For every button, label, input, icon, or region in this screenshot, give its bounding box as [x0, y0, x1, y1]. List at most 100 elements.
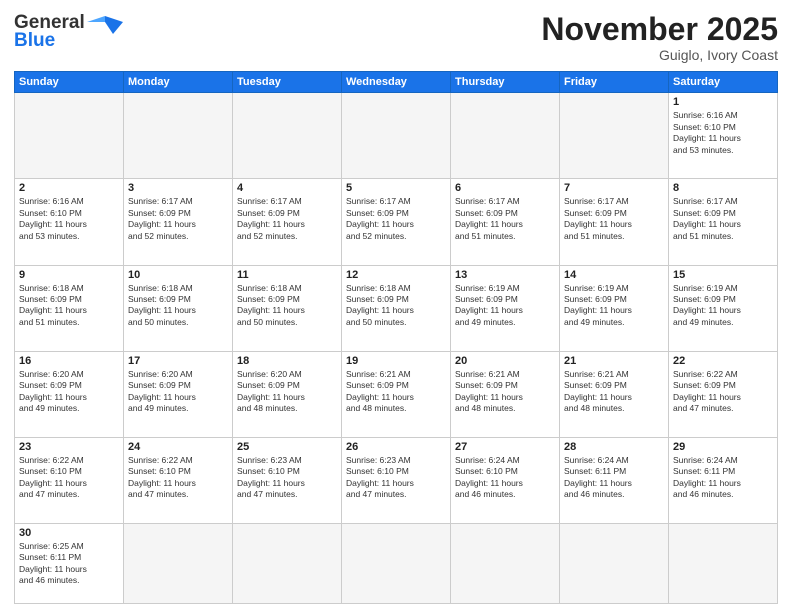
day-number: 27 — [455, 441, 555, 453]
calendar-header-row: SundayMondayTuesdayWednesdayThursdayFrid… — [15, 72, 778, 93]
calendar-cell — [233, 523, 342, 603]
day-number: 17 — [128, 355, 228, 367]
day-number: 11 — [237, 269, 337, 281]
day-info: Sunrise: 6:23 AM Sunset: 6:10 PM Dayligh… — [346, 455, 446, 501]
calendar-header-tuesday: Tuesday — [233, 72, 342, 93]
day-number: 7 — [564, 182, 664, 194]
calendar-cell: 4 Sunrise: 6:17 AM Sunset: 6:09 PM Daylig… — [233, 179, 342, 265]
day-info: Sunrise: 6:24 AM Sunset: 6:10 PM Dayligh… — [455, 455, 555, 501]
day-number: 2 — [19, 182, 119, 194]
day-number: 19 — [346, 355, 446, 367]
calendar-cell: 13 Sunrise: 6:19 AM Sunset: 6:09 PM Dayli… — [451, 265, 560, 351]
logo-bird-icon — [87, 12, 123, 34]
day-number: 21 — [564, 355, 664, 367]
calendar-week-row: 2 Sunrise: 6:16 AM Sunset: 6:10 PM Daylig… — [15, 179, 778, 265]
calendar-cell: 2 Sunrise: 6:16 AM Sunset: 6:10 PM Daylig… — [15, 179, 124, 265]
day-number: 5 — [346, 182, 446, 194]
day-info: Sunrise: 6:21 AM Sunset: 6:09 PM Dayligh… — [564, 369, 664, 415]
calendar-header-monday: Monday — [124, 72, 233, 93]
month-title: November 2025 — [541, 12, 778, 47]
calendar-cell: 30 Sunrise: 6:25 AM Sunset: 6:11 PM Dayli… — [15, 523, 124, 603]
calendar-cell — [124, 93, 233, 179]
calendar-cell: 24Sunrise: 6:22 AM Sunset: 6:10 PM Dayli… — [124, 437, 233, 523]
calendar-cell: 11 Sunrise: 6:18 AM Sunset: 6:09 PM Dayli… — [233, 265, 342, 351]
calendar-week-row: 23Sunrise: 6:22 AM Sunset: 6:10 PM Dayli… — [15, 437, 778, 523]
calendar-cell — [342, 523, 451, 603]
day-number: 29 — [673, 441, 773, 453]
day-info: Sunrise: 6:17 AM Sunset: 6:09 PM Dayligh… — [346, 196, 446, 242]
day-info: Sunrise: 6:25 AM Sunset: 6:11 PM Dayligh… — [19, 541, 119, 587]
logo: General Blue — [14, 12, 123, 52]
day-number: 6 — [455, 182, 555, 194]
day-number: 3 — [128, 182, 228, 194]
day-number: 16 — [19, 355, 119, 367]
calendar-header-sunday: Sunday — [15, 72, 124, 93]
calendar-cell: 3 Sunrise: 6:17 AM Sunset: 6:09 PM Daylig… — [124, 179, 233, 265]
calendar-cell: 23Sunrise: 6:22 AM Sunset: 6:10 PM Dayli… — [15, 437, 124, 523]
calendar-cell — [669, 523, 778, 603]
calendar-cell — [342, 93, 451, 179]
calendar-header-saturday: Saturday — [669, 72, 778, 93]
calendar-cell: 17 Sunrise: 6:20 AM Sunset: 6:09 PM Dayli… — [124, 351, 233, 437]
calendar-cell — [233, 93, 342, 179]
calendar-week-row: 16 Sunrise: 6:20 AM Sunset: 6:09 PM Dayli… — [15, 351, 778, 437]
day-number: 9 — [19, 269, 119, 281]
day-info: Sunrise: 6:22 AM Sunset: 6:09 PM Dayligh… — [673, 369, 773, 415]
subtitle: Guiglo, Ivory Coast — [541, 47, 778, 63]
day-number: 22 — [673, 355, 773, 367]
calendar-cell: 10Sunrise: 6:18 AM Sunset: 6:09 PM Dayli… — [124, 265, 233, 351]
calendar-cell: 7 Sunrise: 6:17 AM Sunset: 6:09 PM Daylig… — [560, 179, 669, 265]
calendar-header-thursday: Thursday — [451, 72, 560, 93]
calendar-week-row: 30 Sunrise: 6:25 AM Sunset: 6:11 PM Dayli… — [15, 523, 778, 603]
day-number: 30 — [19, 527, 119, 539]
day-number: 8 — [673, 182, 773, 194]
day-info: Sunrise: 6:17 AM Sunset: 6:09 PM Dayligh… — [237, 196, 337, 242]
calendar-cell: 21 Sunrise: 6:21 AM Sunset: 6:09 PM Dayli… — [560, 351, 669, 437]
day-number: 20 — [455, 355, 555, 367]
header: General Blue November 2025 Guiglo, Ivory… — [14, 12, 778, 63]
calendar-cell: 1Sunrise: 6:16 AM Sunset: 6:10 PM Daylig… — [669, 93, 778, 179]
day-number: 10 — [128, 269, 228, 281]
calendar-cell: 27 Sunrise: 6:24 AM Sunset: 6:10 PM Dayli… — [451, 437, 560, 523]
day-info: Sunrise: 6:18 AM Sunset: 6:09 PM Dayligh… — [237, 283, 337, 329]
calendar-cell — [560, 523, 669, 603]
day-info: Sunrise: 6:16 AM Sunset: 6:10 PM Dayligh… — [19, 196, 119, 242]
day-number: 13 — [455, 269, 555, 281]
calendar-cell: 29 Sunrise: 6:24 AM Sunset: 6:11 PM Dayli… — [669, 437, 778, 523]
day-number: 4 — [237, 182, 337, 194]
calendar-table: SundayMondayTuesdayWednesdayThursdayFrid… — [14, 71, 778, 604]
day-info: Sunrise: 6:17 AM Sunset: 6:09 PM Dayligh… — [455, 196, 555, 242]
title-area: November 2025 Guiglo, Ivory Coast — [541, 12, 778, 63]
day-number: 12 — [346, 269, 446, 281]
day-info: Sunrise: 6:20 AM Sunset: 6:09 PM Dayligh… — [128, 369, 228, 415]
day-number: 1 — [673, 96, 773, 108]
day-info: Sunrise: 6:17 AM Sunset: 6:09 PM Dayligh… — [564, 196, 664, 242]
calendar-cell: 20 Sunrise: 6:21 AM Sunset: 6:09 PM Dayli… — [451, 351, 560, 437]
day-info: Sunrise: 6:19 AM Sunset: 6:09 PM Dayligh… — [455, 283, 555, 329]
calendar-cell: 12Sunrise: 6:18 AM Sunset: 6:09 PM Dayli… — [342, 265, 451, 351]
logo-blue: Blue — [14, 30, 55, 52]
day-info: Sunrise: 6:17 AM Sunset: 6:09 PM Dayligh… — [128, 196, 228, 242]
day-info: Sunrise: 6:19 AM Sunset: 6:09 PM Dayligh… — [673, 283, 773, 329]
calendar-cell: 8Sunrise: 6:17 AM Sunset: 6:09 PM Daylig… — [669, 179, 778, 265]
day-info: Sunrise: 6:24 AM Sunset: 6:11 PM Dayligh… — [673, 455, 773, 501]
calendar-cell: 19Sunrise: 6:21 AM Sunset: 6:09 PM Dayli… — [342, 351, 451, 437]
day-number: 14 — [564, 269, 664, 281]
day-number: 18 — [237, 355, 337, 367]
day-number: 15 — [673, 269, 773, 281]
calendar-cell: 22 Sunrise: 6:22 AM Sunset: 6:09 PM Dayli… — [669, 351, 778, 437]
calendar-cell: 5 Sunrise: 6:17 AM Sunset: 6:09 PM Daylig… — [342, 179, 451, 265]
calendar-cell: 25Sunrise: 6:23 AM Sunset: 6:10 PM Dayli… — [233, 437, 342, 523]
day-info: Sunrise: 6:18 AM Sunset: 6:09 PM Dayligh… — [19, 283, 119, 329]
day-number: 24 — [128, 441, 228, 453]
calendar-cell: 6 Sunrise: 6:17 AM Sunset: 6:09 PM Daylig… — [451, 179, 560, 265]
day-number: 23 — [19, 441, 119, 453]
calendar-cell: 18Sunrise: 6:20 AM Sunset: 6:09 PM Dayli… — [233, 351, 342, 437]
day-info: Sunrise: 6:21 AM Sunset: 6:09 PM Dayligh… — [455, 369, 555, 415]
calendar-cell: 9 Sunrise: 6:18 AM Sunset: 6:09 PM Daylig… — [15, 265, 124, 351]
calendar-cell — [15, 93, 124, 179]
calendar-cell: 14 Sunrise: 6:19 AM Sunset: 6:09 PM Dayli… — [560, 265, 669, 351]
day-info: Sunrise: 6:19 AM Sunset: 6:09 PM Dayligh… — [564, 283, 664, 329]
calendar-week-row: 1Sunrise: 6:16 AM Sunset: 6:10 PM Daylig… — [15, 93, 778, 179]
day-number: 25 — [237, 441, 337, 453]
